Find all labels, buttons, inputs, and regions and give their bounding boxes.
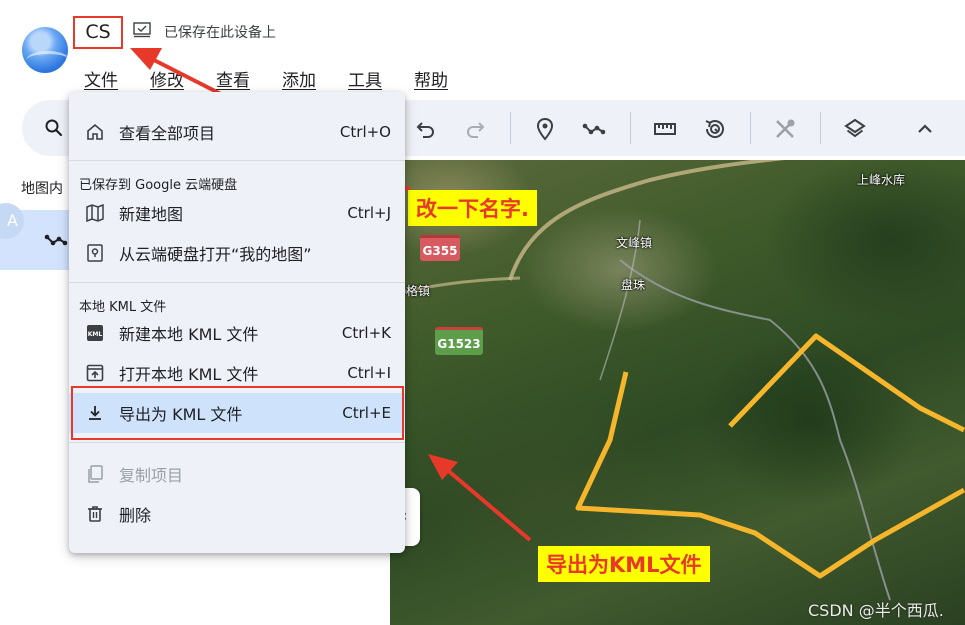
kml-icon: KML xyxy=(87,325,103,341)
layers-icon xyxy=(844,118,866,138)
map-pin-icon xyxy=(536,117,554,141)
svg-text:KML: KML xyxy=(88,331,103,338)
app-logo[interactable] xyxy=(22,27,68,73)
map-icon xyxy=(86,204,104,222)
menu-divider xyxy=(69,160,405,161)
collapse-toolbar-button[interactable] xyxy=(912,116,938,142)
map-pin-icon xyxy=(87,244,103,262)
project-title[interactable]: CS xyxy=(73,16,123,49)
menu-item-new-map[interactable]: 新建地图 Ctrl+J xyxy=(69,193,405,233)
path-icon xyxy=(44,234,68,246)
add-placemark-button[interactable] xyxy=(532,116,558,142)
menu-item-copy-project[interactable]: 复制项目 xyxy=(69,454,405,494)
annotation-rename: 改一下名字. xyxy=(408,190,537,226)
file-menu-dropdown: 查看全部项目 Ctrl+O 已保存到 Google 云端硬盘 新建地图 Ctrl… xyxy=(69,92,405,553)
path-icon xyxy=(582,123,606,135)
history-icon xyxy=(705,120,724,138)
menu-section-drive: 已保存到 Google 云端硬盘 xyxy=(79,178,238,193)
annotation-highlight-box xyxy=(71,386,404,440)
saved-on-device-icon xyxy=(133,22,151,38)
watermark: CSDN @半个西瓜. xyxy=(808,601,944,620)
copy-icon xyxy=(88,465,103,483)
ruler-icon xyxy=(654,123,676,135)
historical-imagery-button[interactable] xyxy=(702,116,728,142)
menu-item-new-local-kml[interactable]: KML 新建本地 KML 文件 Ctrl+K xyxy=(69,313,405,353)
toolbar-divider xyxy=(630,112,631,144)
menu-item-view-all-projects[interactable]: 查看全部项目 Ctrl+O xyxy=(69,112,405,152)
menu-file[interactable]: 文件 xyxy=(84,66,118,91)
annotation-export: 导出为KML文件 xyxy=(538,546,710,582)
panel-label: 地图内 xyxy=(21,181,63,197)
tools-icon xyxy=(776,119,795,138)
tools-button[interactable] xyxy=(772,116,798,142)
menu-divider xyxy=(69,282,405,283)
measure-button[interactable] xyxy=(652,116,678,142)
home-icon xyxy=(87,123,103,140)
search-icon[interactable] xyxy=(44,118,64,138)
redo-icon xyxy=(467,122,485,138)
menu-item-open-from-drive[interactable]: 从云端硬盘打开“我的地图” xyxy=(69,233,405,273)
toolbar-divider xyxy=(750,112,751,144)
menu-item-delete[interactable]: 删除 xyxy=(69,494,405,534)
open-file-icon xyxy=(86,364,104,382)
toolbar-divider xyxy=(820,112,821,144)
save-status: 已保存在此设备上 xyxy=(164,25,276,41)
map-style-button[interactable] xyxy=(842,116,868,142)
trash-icon xyxy=(88,506,102,522)
draw-line-button[interactable] xyxy=(581,116,607,142)
chevron-up-icon xyxy=(918,124,932,133)
toolbar-divider xyxy=(510,112,511,144)
menu-divider xyxy=(69,442,405,443)
redo-button[interactable] xyxy=(462,116,488,142)
